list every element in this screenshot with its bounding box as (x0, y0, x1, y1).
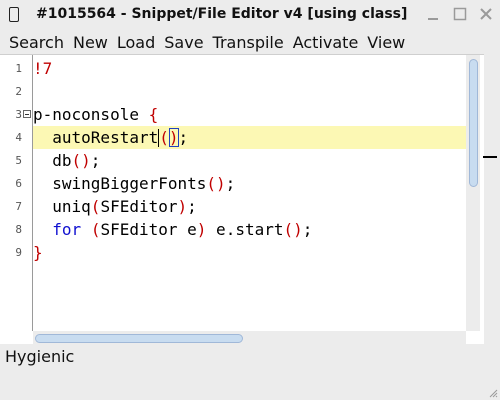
menu-bar: Search New Load Save Transpile Activate … (0, 30, 500, 54)
code-token: ) (168, 128, 179, 147)
code-line[interactable]: uniq(SFEditor); (33, 195, 466, 218)
line-number: 3 (15, 108, 22, 121)
code-token: ; (90, 151, 101, 170)
minimize-icon[interactable] (425, 6, 441, 22)
code-token: p-noconsole (33, 105, 149, 124)
line-number: 4 (15, 131, 22, 144)
line-number: 5 (15, 154, 22, 167)
code-token: uniq (33, 197, 91, 216)
code-token: } (33, 243, 43, 262)
code-line[interactable]: } (33, 241, 466, 264)
window-title: #1015564 - Snippet/File Editor v4 [using… (36, 6, 408, 22)
code-line[interactable]: autoRestart(); (33, 126, 466, 149)
code-editor: 1 2 3 4 5 6 7 8 9 !7 p-noconsole { autoRe… (0, 54, 484, 345)
code-token: e.start (206, 220, 284, 239)
menu-save[interactable]: Save (155, 33, 203, 52)
line-number: 6 (15, 177, 22, 190)
vertical-scroll-thumb[interactable] (469, 59, 478, 187)
code-token: for (52, 220, 82, 239)
title-bar[interactable]: #1015564 - Snippet/File Editor v4 [using… (0, 0, 500, 31)
menu-transpile[interactable]: Transpile (204, 33, 284, 52)
vertical-scrollbar[interactable] (466, 55, 480, 331)
code-line[interactable]: p-noconsole { (33, 103, 466, 126)
maximize-icon[interactable] (452, 6, 468, 22)
code-token: ; (178, 128, 189, 147)
code-token: SFEditor e (100, 220, 197, 239)
status-text: Hygienic (5, 347, 75, 366)
code-token: db (33, 151, 72, 170)
horizontal-scrollbar[interactable] (33, 331, 466, 345)
code-line[interactable]: swingBiggerFonts(); (33, 172, 466, 195)
code-token: () (71, 151, 91, 170)
code-token: swingBiggerFonts (33, 174, 207, 193)
menu-search[interactable]: Search (0, 33, 64, 52)
code-line[interactable] (33, 80, 466, 103)
editor-window: #1015564 - Snippet/File Editor v4 [using… (0, 0, 500, 400)
code-line[interactable]: db(); (33, 149, 466, 172)
code-token: ) (196, 220, 207, 239)
code-token: ; (225, 174, 236, 193)
line-marker (483, 156, 497, 158)
line-number: 9 (15, 246, 22, 259)
code-token: SFEditor (100, 197, 178, 216)
code-line[interactable]: for (SFEditor e) e.start(); (33, 218, 466, 241)
line-number: 2 (15, 85, 22, 98)
code-token: ; (302, 220, 313, 239)
phone-icon (9, 7, 19, 22)
status-bar: Hygienic (0, 344, 500, 400)
code-token: autoRestart (33, 128, 159, 147)
horizontal-scroll-thumb[interactable] (35, 334, 243, 343)
code-token: ; (187, 197, 197, 216)
menu-view[interactable]: View (358, 33, 405, 52)
code-line[interactable]: !7 (33, 57, 466, 80)
fold-toggle-icon[interactable] (23, 110, 31, 118)
code-token: () (283, 220, 303, 239)
code-token: () (206, 174, 226, 193)
close-icon[interactable] (478, 6, 494, 22)
code-text-area[interactable]: !7 p-noconsole { autoRestart(); db(); swi… (33, 55, 466, 331)
code-token: ) (177, 197, 188, 216)
code-token: { (148, 105, 159, 124)
menu-activate[interactable]: Activate (284, 33, 359, 52)
line-number: 7 (15, 200, 22, 213)
line-number: 8 (15, 223, 22, 236)
menu-load[interactable]: Load (108, 33, 155, 52)
code-token: ( (90, 197, 101, 216)
code-token: !7 (33, 59, 53, 78)
code-token: ( (159, 128, 169, 147)
line-number-gutter: 1 2 3 4 5 6 7 8 9 (0, 55, 33, 331)
resize-grip-icon[interactable] (488, 388, 498, 398)
line-number: 1 (15, 62, 22, 75)
code-token: ( (90, 220, 101, 239)
menu-new[interactable]: New (64, 33, 108, 52)
